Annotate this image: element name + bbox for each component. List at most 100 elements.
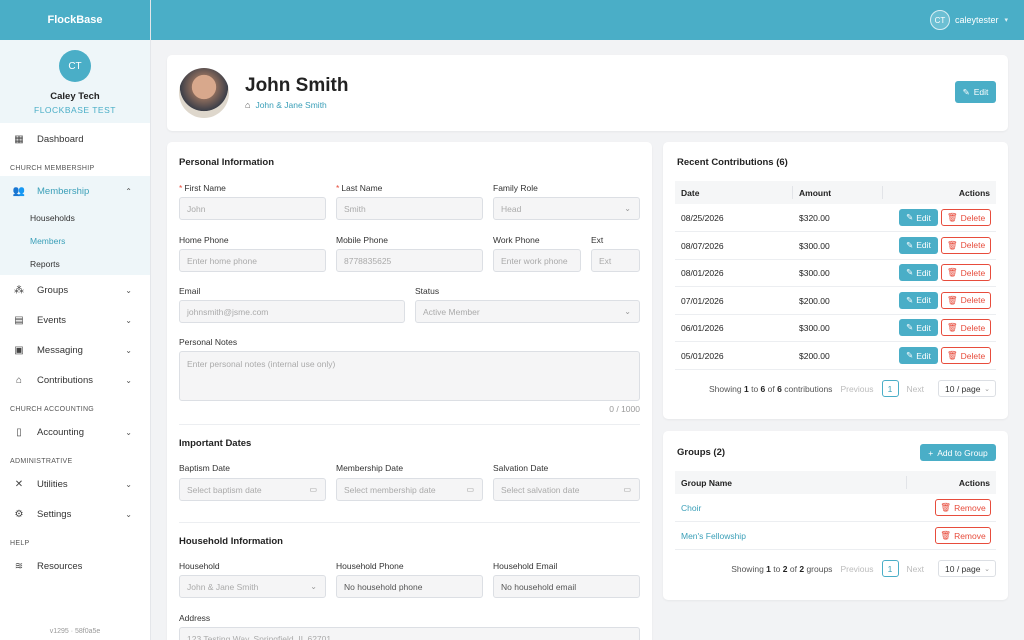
plus-icon: + bbox=[928, 447, 934, 458]
previous-page-button[interactable]: Previous bbox=[840, 564, 873, 574]
contributions-title: Recent Contributions (6) bbox=[677, 157, 788, 168]
chevron-down-icon: ⌄ bbox=[125, 509, 132, 519]
nav-resources[interactable]: ≋ Resources bbox=[0, 551, 150, 581]
user-avatar: CT bbox=[929, 10, 950, 30]
family-role-select[interactable]: Head ⌄ bbox=[493, 197, 640, 220]
trash-icon: 🗑 bbox=[946, 212, 958, 222]
first-name-field[interactable]: John bbox=[179, 197, 326, 220]
pager-text: groups bbox=[806, 563, 833, 574]
edit-contribution-button[interactable]: ✎ Edit bbox=[899, 236, 938, 254]
chevron-down-icon: ⌄ bbox=[125, 285, 132, 295]
next-page-button[interactable]: Next bbox=[907, 564, 924, 574]
edit-contribution-button[interactable]: ✎ Edit bbox=[899, 319, 938, 337]
home-phone-input[interactable]: Enter home phone bbox=[179, 249, 326, 272]
delete-contribution-button[interactable]: 🗑 Delete bbox=[941, 264, 991, 282]
edit-member-button[interactable]: ✎ Edit bbox=[955, 81, 996, 103]
page-size-select[interactable]: 10 / page ⌄ bbox=[938, 380, 996, 397]
pager-text: of bbox=[789, 563, 797, 574]
contribution-row: 08/01/2026 $300.00 ✎ Edit 🗑 Delete bbox=[675, 259, 996, 288]
bank-icon: ⌂ bbox=[15, 374, 23, 386]
delete-contribution-button[interactable]: 🗑 Delete bbox=[941, 291, 991, 309]
select-value: Head bbox=[501, 203, 522, 214]
nav-events[interactable]: ▤ Events ⌄ bbox=[0, 305, 150, 335]
contribution-amount: $200.00 bbox=[799, 295, 830, 306]
notes-textarea[interactable]: Enter personal notes (internal use only) bbox=[179, 351, 640, 401]
nav-reports[interactable]: Reports bbox=[0, 252, 150, 275]
page-1-button[interactable]: 1 bbox=[881, 380, 899, 397]
household-link[interactable]: ⌂ John & Jane Smith bbox=[245, 100, 327, 110]
pencil-icon: ✎ bbox=[906, 212, 914, 222]
required-marker: * bbox=[336, 183, 340, 193]
user-menu[interactable]: CT caleytester ▾ bbox=[929, 10, 1008, 30]
ext-input[interactable]: Ext bbox=[591, 249, 640, 272]
remove-group-button[interactable]: 🗑 Remove bbox=[935, 499, 991, 516]
previous-page-button[interactable]: Previous bbox=[840, 384, 873, 394]
placeholder: Select salvation date bbox=[501, 484, 580, 495]
delete-contribution-button[interactable]: 🗑 Delete bbox=[941, 236, 991, 254]
org-panel: CT Caley Tech FLOCKBASE TEST bbox=[0, 40, 150, 123]
household-email-field[interactable]: No household email bbox=[493, 575, 640, 598]
group-row: Choir 🗑 Remove bbox=[675, 494, 996, 522]
delete-contribution-button[interactable]: 🗑 Delete bbox=[941, 209, 991, 226]
add-to-group-button[interactable]: + Add to Group bbox=[920, 444, 996, 461]
nav-settings[interactable]: ⚙ Settings ⌄ bbox=[0, 499, 150, 529]
last-name-field[interactable]: Smith bbox=[336, 197, 483, 220]
nav-accounting[interactable]: ▯ Accounting ⌄ bbox=[0, 417, 150, 447]
col-group-name: Group Name bbox=[681, 478, 733, 488]
nav-groups[interactable]: ⁂ Groups ⌄ bbox=[0, 275, 150, 305]
edit-contribution-button[interactable]: ✎ Edit bbox=[899, 347, 938, 364]
group-name-link[interactable]: Men's Fellowship bbox=[681, 531, 746, 541]
email-field[interactable]: johnsmith@jsme.com bbox=[179, 300, 405, 323]
contribution-row: 07/01/2026 $200.00 ✎ Edit 🗑 Delete bbox=[675, 287, 996, 315]
membership-date-picker[interactable]: Select membership date ▭ bbox=[336, 478, 483, 501]
baptism-date-label: Baptism Date bbox=[179, 463, 231, 473]
first-name-label: * First Name bbox=[179, 183, 226, 193]
chevron-down-icon: ⌄ bbox=[125, 427, 132, 437]
nav-label: Accounting bbox=[37, 426, 85, 438]
group-name-link[interactable]: Choir bbox=[681, 503, 701, 513]
chevron-down-icon: ⌄ bbox=[125, 315, 132, 325]
page-1-button[interactable]: 1 bbox=[881, 560, 899, 577]
personal-info-title: Personal Information bbox=[179, 157, 275, 168]
delete-contribution-button[interactable]: 🗑 Delete bbox=[941, 319, 991, 337]
nav-members[interactable]: Members bbox=[0, 229, 150, 252]
address-field[interactable]: 123 Testing Way, Springfield, IL 62701 bbox=[179, 627, 640, 640]
nav-dashboard[interactable]: ▦ Dashboard bbox=[0, 124, 150, 154]
member-name: John Smith bbox=[245, 75, 349, 96]
edit-contribution-button[interactable]: ✎ Edit bbox=[899, 291, 938, 309]
pencil-icon: ✎ bbox=[962, 86, 970, 97]
next-page-button[interactable]: Next bbox=[907, 384, 924, 394]
nav-households[interactable]: Households bbox=[0, 206, 150, 229]
dashboard-icon: ▦ bbox=[14, 133, 24, 145]
contribution-row: 08/07/2026 $300.00 ✎ Edit 🗑 Delete bbox=[675, 232, 996, 260]
remove-group-button[interactable]: 🗑 Remove bbox=[935, 527, 991, 544]
household-select[interactable]: John & Jane Smith ⌄ bbox=[179, 575, 326, 598]
button-label: Remove bbox=[954, 530, 986, 541]
pager-from: 1 bbox=[743, 383, 749, 394]
tools-icon: ✕ bbox=[14, 478, 24, 490]
mobile-phone-field[interactable]: 8778835625 bbox=[336, 249, 483, 272]
salvation-date-picker[interactable]: Select salvation date ▭ bbox=[493, 478, 640, 501]
page-size-select[interactable]: 10 / page ⌄ bbox=[938, 560, 996, 577]
edit-contribution-button[interactable]: ✎ Edit bbox=[899, 209, 938, 226]
status-select[interactable]: Active Member ⌄ bbox=[415, 300, 640, 323]
org-name: Caley Tech bbox=[50, 91, 100, 102]
nav-utilities[interactable]: ✕ Utilities ⌄ bbox=[0, 469, 150, 499]
household-info-title: Household Information bbox=[179, 536, 283, 547]
version-label: v1295 · 58f0a5e bbox=[49, 628, 101, 635]
nav-label: Settings bbox=[37, 508, 72, 520]
household-phone-field[interactable]: No household phone bbox=[336, 575, 483, 598]
brand-logo[interactable]: FlockBase bbox=[0, 0, 150, 40]
pager-text: of bbox=[767, 383, 775, 394]
delete-contribution-button[interactable]: 🗑 Delete bbox=[941, 347, 991, 364]
baptism-date-picker[interactable]: Select baptism date ▭ bbox=[179, 478, 326, 501]
nav-contributions[interactable]: ⌂ Contributions ⌄ bbox=[0, 365, 150, 395]
nav-messaging[interactable]: ▣ Messaging ⌄ bbox=[0, 335, 150, 365]
nav-membership[interactable]: 👥 Membership ⌃ bbox=[0, 176, 150, 206]
contribution-row: 06/01/2026 $300.00 ✎ Edit 🗑 Delete bbox=[675, 314, 996, 343]
work-phone-input[interactable]: Enter work phone bbox=[493, 249, 581, 272]
button-label: Edit bbox=[916, 295, 931, 306]
contribution-date: 08/01/2026 bbox=[681, 268, 724, 279]
work-phone-label: Work Phone bbox=[493, 235, 540, 245]
edit-contribution-button[interactable]: ✎ Edit bbox=[899, 264, 938, 282]
